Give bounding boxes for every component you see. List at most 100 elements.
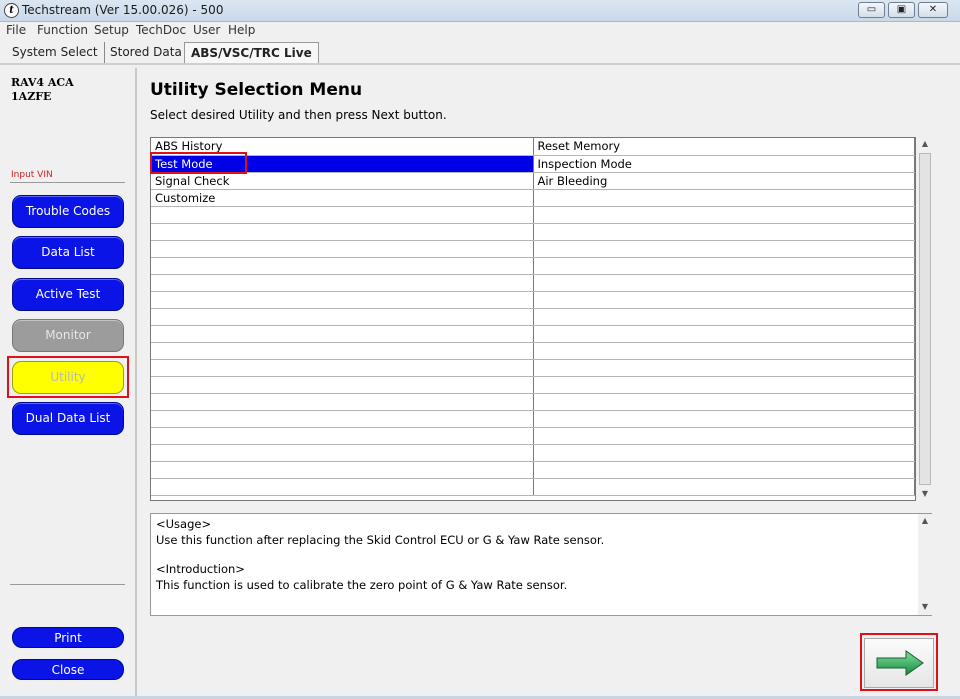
table-cell[interactable]: [533, 257, 915, 275]
table-row[interactable]: [151, 478, 915, 496]
table-cell[interactable]: [533, 427, 915, 445]
tab-abs-vsc-trc-live[interactable]: ABS/VSC/TRC Live: [184, 42, 319, 63]
table-cell[interactable]: [533, 444, 915, 462]
table-row[interactable]: [151, 206, 915, 224]
techstream-icon: t: [4, 3, 19, 18]
table-cell[interactable]: [533, 478, 915, 496]
table-row[interactable]: ABS History Reset Memory: [151, 138, 915, 156]
utility-table: ABS History Reset Memory Test Mode Inspecti…: [151, 138, 915, 496]
table-row[interactable]: [151, 257, 915, 275]
table-cell[interactable]: [533, 274, 915, 292]
table-cell[interactable]: Air Bleeding: [533, 172, 915, 190]
table-cell[interactable]: [151, 359, 534, 377]
table-row[interactable]: [151, 274, 915, 292]
table-row[interactable]: [151, 223, 915, 241]
utility-button[interactable]: Utility: [12, 361, 124, 394]
menu-bar: File Function Setup TechDoc User Help: [0, 22, 960, 39]
table-cell[interactable]: [533, 206, 915, 224]
tab-system-select[interactable]: System Select: [6, 42, 105, 63]
table-row[interactable]: [151, 461, 915, 479]
menu-setup[interactable]: Setup: [94, 23, 129, 37]
table-cell[interactable]: [151, 376, 534, 394]
table-cell[interactable]: [151, 410, 534, 428]
dual-data-list-button[interactable]: Dual Data List: [12, 402, 124, 435]
table-cell[interactable]: [533, 461, 915, 479]
usage-scrollbar[interactable]: ▲ ▼: [918, 514, 932, 615]
table-cell[interactable]: [151, 478, 534, 496]
table-row[interactable]: [151, 240, 915, 258]
vehicle-info: RAV4 ACA 1AZFE: [11, 76, 74, 104]
active-test-button[interactable]: Active Test: [12, 278, 124, 311]
table-cell[interactable]: [533, 376, 915, 394]
instruction-text: Select desired Utility and then press Ne…: [150, 108, 447, 122]
table-cell[interactable]: [151, 223, 534, 241]
table-row[interactable]: [151, 444, 915, 462]
table-row[interactable]: [151, 291, 915, 309]
data-list-button[interactable]: Data List: [12, 236, 124, 269]
trouble-codes-button[interactable]: Trouble Codes: [12, 195, 124, 228]
grid-scrollbar[interactable]: ▲ ▼: [918, 138, 932, 502]
menu-user[interactable]: User: [193, 23, 220, 37]
table-cell[interactable]: [151, 240, 534, 258]
table-cell[interactable]: Signal Check: [151, 172, 534, 190]
table-cell[interactable]: [151, 461, 534, 479]
usage-panel: <Usage> Use this function after replacin…: [150, 513, 932, 616]
table-row[interactable]: [151, 308, 915, 326]
print-button[interactable]: Print: [12, 627, 124, 648]
table-cell[interactable]: [151, 291, 534, 309]
next-button[interactable]: [864, 638, 934, 688]
table-cell[interactable]: [151, 274, 534, 292]
table-cell[interactable]: [533, 308, 915, 326]
table-cell[interactable]: [151, 393, 534, 411]
close-window-button[interactable]: ✕: [918, 2, 948, 18]
scroll-down-icon[interactable]: ▼: [918, 602, 932, 611]
table-row[interactable]: [151, 393, 915, 411]
menu-techdoc[interactable]: TechDoc: [136, 23, 186, 37]
table-cell[interactable]: [533, 410, 915, 428]
scroll-thumb[interactable]: [919, 153, 931, 485]
scroll-up-icon[interactable]: ▲: [918, 139, 932, 148]
table-row[interactable]: [151, 376, 915, 394]
table-cell[interactable]: Customize: [151, 189, 534, 207]
intro-heading: <Introduction>: [156, 562, 245, 576]
table-cell[interactable]: [151, 444, 534, 462]
close-button[interactable]: Close: [12, 659, 124, 680]
table-cell[interactable]: [151, 206, 534, 224]
maximize-button[interactable]: ▣: [888, 2, 915, 18]
table-row[interactable]: Signal Check Air Bleeding: [151, 172, 915, 190]
menu-file[interactable]: File: [6, 23, 26, 37]
table-row[interactable]: Test Mode Inspection Mode: [151, 155, 915, 173]
table-cell[interactable]: [533, 223, 915, 241]
menu-help[interactable]: Help: [228, 23, 255, 37]
tab-stored-data[interactable]: Stored Data: [104, 42, 188, 63]
table-cell[interactable]: [533, 342, 915, 360]
table-row[interactable]: [151, 342, 915, 360]
usage-heading: <Usage>: [156, 517, 212, 531]
table-cell[interactable]: [533, 189, 915, 207]
table-cell[interactable]: [533, 393, 915, 411]
table-row[interactable]: [151, 325, 915, 343]
table-cell[interactable]: [151, 342, 534, 360]
scroll-up-icon[interactable]: ▲: [918, 516, 932, 525]
menu-function[interactable]: Function: [37, 23, 88, 37]
table-cell[interactable]: Inspection Mode: [533, 155, 915, 173]
table-cell[interactable]: [533, 359, 915, 377]
table-row[interactable]: [151, 427, 915, 445]
intro-text: This function is used to calibrate the z…: [156, 578, 568, 592]
input-vin-link[interactable]: Input VIN: [11, 170, 53, 180]
table-cell[interactable]: [533, 291, 915, 309]
table-row[interactable]: [151, 410, 915, 428]
table-cell[interactable]: Reset Memory: [533, 138, 915, 156]
table-cell[interactable]: [151, 257, 534, 275]
table-cell[interactable]: [151, 308, 534, 326]
table-cell[interactable]: [533, 325, 915, 343]
scroll-down-icon[interactable]: ▼: [918, 489, 932, 498]
table-cell[interactable]: [151, 325, 534, 343]
table-cell[interactable]: [533, 240, 915, 258]
main-panel: Utility Selection Menu Select desired Ut…: [140, 68, 950, 696]
table-row[interactable]: Customize: [151, 189, 915, 207]
table-cell[interactable]: [151, 427, 534, 445]
table-row[interactable]: [151, 359, 915, 377]
title-bar: t Techstream (Ver 15.00.026) - 500 ▭ ▣ ✕: [0, 0, 960, 22]
minimize-button[interactable]: ▭: [858, 2, 885, 18]
